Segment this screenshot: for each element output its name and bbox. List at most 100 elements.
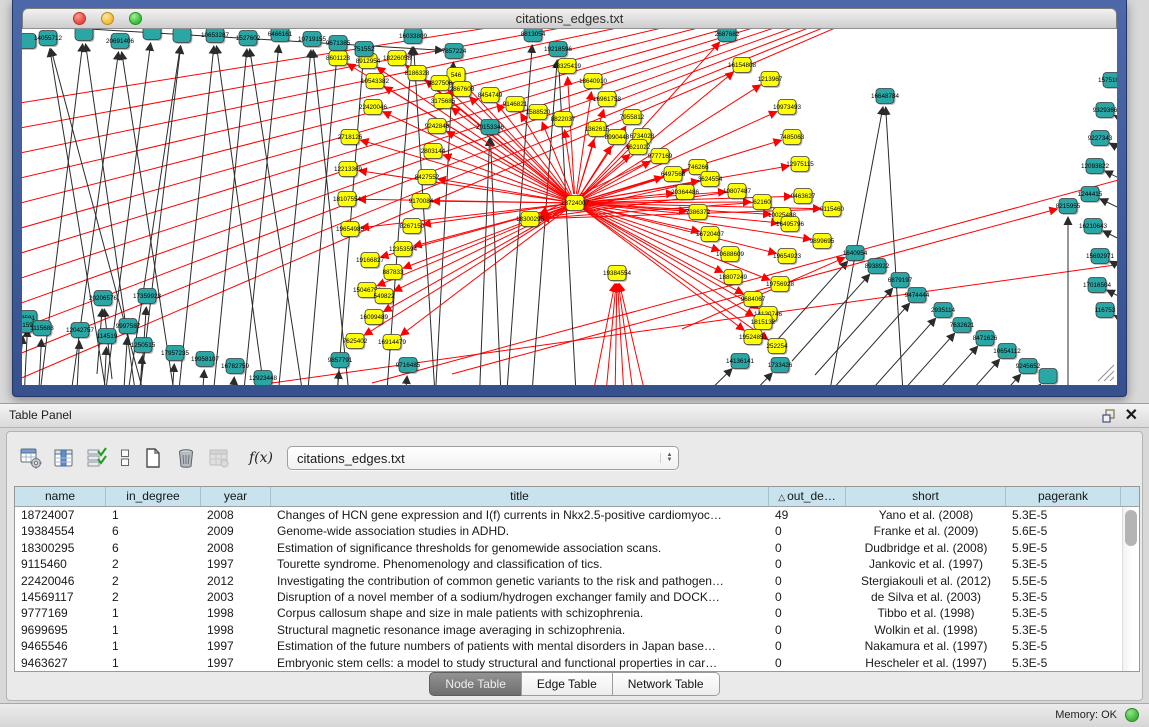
graph-node[interactable]: 9115460 [820,202,845,218]
graph-node[interactable]: 7857224 [442,44,467,60]
graph-node[interactable]: 9997587 [116,319,141,335]
graph-node[interactable]: 22420046 [359,100,388,116]
table-scrollbar[interactable] [1122,507,1139,671]
graph-node[interactable]: 8938922 [865,259,890,275]
network-window-titlebar[interactable]: citations_edges.txt [22,8,1117,29]
graph-node[interactable]: 8186328 [405,66,430,82]
graph-node[interactable]: 3624554 [698,172,723,188]
graph-node[interactable]: 16914479 [378,335,407,351]
graph-node[interactable]: 9242848 [425,119,450,135]
graph-node[interactable]: 17359928 [133,289,162,305]
close-window-button[interactable] [73,12,86,25]
graph-node[interactable]: 7632621 [950,318,975,334]
graph-node[interactable]: 20691406 [106,34,135,50]
graph-node[interactable]: 17957235 [161,346,190,362]
graph-node[interactable]: 19166827 [356,253,385,269]
graph-node[interactable]: 18226058 [383,51,412,67]
graph-node[interactable]: 16782759 [221,359,250,375]
table-row[interactable]: 1456911722003Disruption of a novel membe… [15,589,1139,605]
graph-node[interactable]: 19218596 [544,42,573,58]
column-header-out_degree[interactable]: △out_de… [769,487,846,506]
table-row[interactable]: 946554611997Estimation of the future num… [15,638,1139,654]
table-row[interactable]: 946362711997Embryonic stem cells: a mode… [15,655,1139,671]
graph-node[interactable]: 8822037 [551,112,576,128]
graph-node[interactable]: 8215955 [1056,199,1081,215]
graph-node[interactable]: 10653287 [201,29,230,44]
graph-node[interactable]: 1815132 [751,315,776,331]
graph-node[interactable]: 1250515 [131,338,156,354]
graph-node[interactable]: 9777169 [648,149,673,165]
graph-node[interactable]: 12213369 [334,162,363,178]
graph-node[interactable]: 8601128 [326,51,351,67]
graph-node[interactable]: 10973493 [773,100,802,116]
graph-node[interactable]: 15751074 [1098,73,1117,89]
graph-node[interactable]: 19524851 [739,330,768,346]
graph-node[interactable]: 10543382 [361,74,390,90]
column-header-title[interactable]: title [271,487,769,506]
graph-node[interactable]: 1213967 [758,72,783,88]
graph-node[interactable] [143,29,162,41]
tab-network-table[interactable]: Network Table [612,672,720,696]
table-row[interactable]: 977716911998Corpus callosum shape and si… [15,605,1139,621]
graph-node[interactable]: 9170084 [409,194,434,210]
graph-node[interactable]: 7485063 [780,130,805,146]
graph-node[interactable]: 1588520 [526,105,551,121]
graph-node[interactable]: 19654923 [773,249,802,265]
graph-node[interactable]: 9684067 [741,292,766,308]
graph-node[interactable]: 12923448 [249,371,278,386]
graph-node[interactable]: 8427552 [415,170,440,186]
graph-node[interactable]: 6879197 [888,273,913,289]
minimize-window-button[interactable] [101,12,114,25]
column-header-name[interactable]: name [15,487,106,506]
graph-node[interactable]: 14055712 [34,31,63,47]
graph-node[interactable]: 8813054 [521,29,546,43]
graph-node[interactable]: 16648784 [871,89,900,105]
delete-table-icon[interactable] [175,447,197,469]
network-canvas[interactable]: 1872400718300295193845548601128891295418… [22,29,1117,385]
graph-node[interactable]: 9227343 [1088,131,1113,147]
graph-node[interactable]: 6497568 [661,167,686,183]
graph-node[interactable]: 9329366 [1093,103,1117,119]
graph-node[interactable]: 1244415 [1078,187,1103,203]
graph-node[interactable]: 62160 [753,195,772,211]
graph-node[interactable]: 6466161 [268,29,293,43]
graph-node[interactable]: 19958107 [191,352,220,368]
graph-node[interactable]: 2718126 [338,130,363,146]
graph-node[interactable] [1039,369,1058,385]
memory-ok-indicator[interactable] [1125,708,1139,722]
graph-node[interactable]: 9463627 [791,189,816,205]
graph-node[interactable]: 7386372 [686,205,711,221]
graph-node[interactable]: 17016504 [1083,278,1112,294]
graph-node[interactable]: 7625402 [343,334,368,350]
graph-node[interactable]: 16720407 [696,227,725,243]
graph-node[interactable]: 116753 [1095,303,1116,319]
graph-node[interactable]: 12353594 [389,242,418,258]
column-header-in_degree[interactable]: in_degree [106,487,201,506]
column-header-pagerank[interactable]: pagerank [1006,487,1121,506]
tab-edge-table[interactable]: Edge Table [521,672,613,696]
graph-node[interactable]: 2687682 [715,29,740,43]
graph-node[interactable]: 114519 [97,329,118,345]
column-header-year[interactable]: year [201,487,271,506]
graph-node[interactable]: 3175685 [431,94,456,110]
table-row[interactable]: 2242004622012Investigating the contribut… [15,573,1139,589]
graph-node[interactable]: 1640954 [843,246,868,262]
graph-node[interactable] [173,29,192,44]
graph-node[interactable]: 2867608 [450,82,475,98]
table-row[interactable]: 969969511998Structural magnetic resonanc… [15,622,1139,638]
graph-node[interactable]: 252254 [766,339,788,355]
table-row[interactable]: 1830029562008Estimation of significance … [15,540,1139,556]
graph-node[interactable]: 549822 [373,289,395,305]
graph-node[interactable]: 10654112 [993,344,1021,360]
graph-node[interactable]: 2803144 [421,144,446,160]
graph-node[interactable]: 14136141 [726,354,755,370]
row-height-icon[interactable] [119,447,131,469]
graph-node[interactable]: 12093822 [1081,159,1110,175]
table-row[interactable]: 911546021997Tourette syndrome. Phenomeno… [15,556,1139,572]
graph-node[interactable]: 8454749 [478,88,503,104]
graph-node[interactable]: 16154808 [728,58,757,74]
close-panel-icon[interactable]: ✕ [1125,405,1138,427]
graph-node[interactable]: 887833 [382,265,404,281]
zoom-window-button[interactable] [129,12,142,25]
row-selection-icon[interactable] [86,447,108,469]
